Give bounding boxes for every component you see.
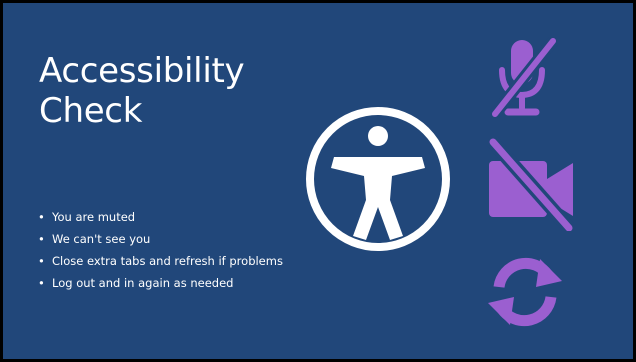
bullet-list: • You are muted • We can't see you • Clo… xyxy=(38,208,308,296)
bullet-item: • We can't see you xyxy=(38,230,308,248)
accessibility-icon xyxy=(306,107,450,251)
slide-title-line-2: Check xyxy=(39,91,143,131)
slide-title-line-1: Accessibility xyxy=(39,51,245,91)
refresh-icon xyxy=(488,257,562,327)
bullet-marker: • xyxy=(38,210,45,224)
bullet-text-refresh: Close extra tabs and refresh if problems xyxy=(52,254,283,268)
bullet-text-muted: You are muted xyxy=(52,210,136,224)
slide: Accessibility Check • You are muted • We… xyxy=(3,3,633,359)
slide-title: Accessibility Check xyxy=(39,51,299,131)
video-off-icon xyxy=(487,137,575,231)
bullet-text-log-out: Log out and in again as needed xyxy=(52,276,234,290)
microphone-muted-icon xyxy=(490,37,558,118)
bullet-item: • Log out and in again as needed xyxy=(38,274,308,292)
bullet-item: • You are muted xyxy=(38,208,308,226)
bullet-marker: • xyxy=(38,232,45,246)
bullet-marker: • xyxy=(38,276,45,290)
bullet-text-cant-see: We can't see you xyxy=(52,232,151,246)
bullet-item: • Close extra tabs and refresh if proble… xyxy=(38,252,308,270)
bullet-marker: • xyxy=(38,254,45,268)
